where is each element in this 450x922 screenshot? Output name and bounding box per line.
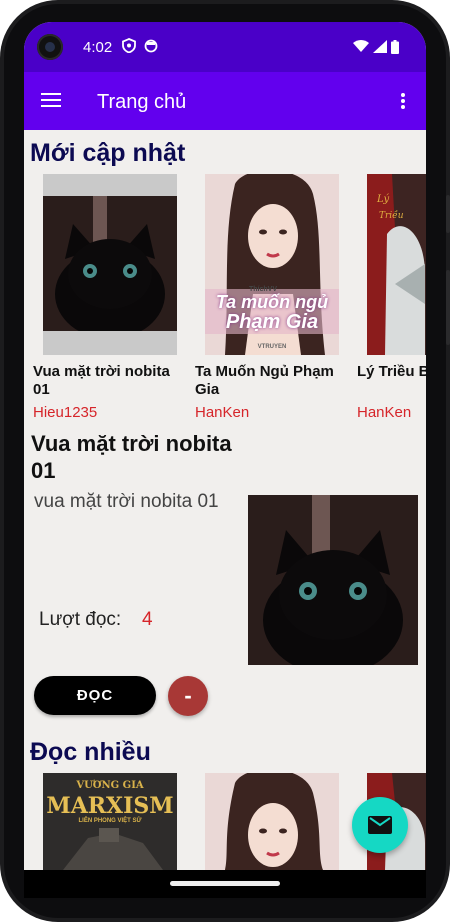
book-author: Hieu1235 [33,404,98,421]
page-title: Trang chủ [97,91,187,113]
book-author: HanKen [357,404,412,421]
more-vert-icon[interactable] [396,91,410,111]
svg-text:Triều: Triều [379,210,404,221]
cover-title: Ta muốn ngủ [215,292,329,312]
svg-text:Lý: Lý [376,194,389,205]
book-cover[interactable]: Lý Triều [367,174,426,355]
wifi-icon [353,40,369,56]
battery-icon [391,40,399,57]
detail-description: vua mặt trời nobita 01 [34,491,219,512]
section-title-new: Mới cập nhật [30,139,186,167]
remove-button[interactable]: - [168,676,208,716]
cover-subtitle: Phạm Gia [225,311,319,333]
power-button [446,270,450,345]
book-card[interactable]: Lý Triều Lý Triều Bá Mã HanKen [357,174,426,434]
book-cover[interactable]: ThíchVV Ta muốn ngủ Phạm Gia VTRUYEN [205,174,339,355]
home-gesture-handle[interactable] [170,881,280,886]
front-camera [37,34,63,60]
vpn-icon [122,38,136,56]
detail-title: Vua mặt trời nobita 01 [31,431,232,483]
book-cover[interactable] [43,174,177,355]
signal-icon [373,40,387,56]
book-title: Lý Triều Bá Mã [357,363,426,380]
mail-fab[interactable] [352,797,408,853]
book-author: HanKen [195,404,250,421]
navigation-bar [24,870,426,898]
status-time: 4:02 [83,39,113,56]
notification-icon [144,38,158,56]
views-count: 4 [142,609,153,630]
read-button[interactable]: ĐỌC [34,676,156,715]
book-title: Vua mặt trời nobita 01 [33,363,170,398]
views-label: Lượt đọc: [39,609,122,630]
mail-icon [368,816,392,839]
section-title-popular: Đọc nhiều [30,738,151,766]
cover-top-text: VƯƠNG GIA [76,780,144,791]
app-screen: 4:02 Trang chủ Mới cập nhật Vua mặt trời… [24,22,426,870]
status-bar: 4:02 [24,22,426,72]
book-title: Ta Muốn Ngủ Phạm Gia [195,363,334,398]
hamburger-icon[interactable] [41,93,63,109]
popular-book-cover[interactable] [205,773,339,870]
cover-publisher: VTRUYEN [257,344,287,350]
app-bar: Trang chủ [24,72,426,130]
cover-title: MARXISM [46,793,174,819]
cover-subtitle: LIÊN PHONG VIỆT SỬ [78,818,142,824]
detail-cover [248,495,418,665]
volume-button [446,195,450,233]
popular-book-cover[interactable]: VƯƠNG GIA MARXISM LIÊN PHONG VIỆT SỬ [43,773,177,870]
